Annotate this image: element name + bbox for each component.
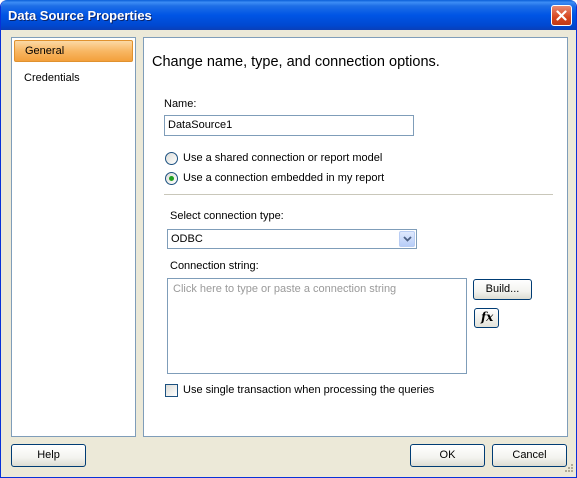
build-button[interactable]: Build... xyxy=(473,279,532,300)
shared-connection-label[interactable]: Use a shared connection or report model xyxy=(183,152,382,164)
radio-selected-dot xyxy=(169,176,174,181)
ok-button[interactable]: OK xyxy=(410,444,485,467)
title-bar[interactable]: Data Source Properties xyxy=(1,0,576,30)
shared-connection-radio[interactable] xyxy=(165,152,178,165)
nav-item-general[interactable]: General xyxy=(14,40,133,62)
connection-type-select[interactable]: ODBC xyxy=(167,229,417,249)
dialog-window: Data Source Properties General Credentia… xyxy=(0,0,577,478)
fx-icon: fx xyxy=(481,310,494,324)
help-button-label: Help xyxy=(37,449,60,461)
nav-item-credentials[interactable]: Credentials xyxy=(14,67,133,89)
page-heading: Change name, type, and connection option… xyxy=(152,54,440,70)
connection-type-label: Select connection type: xyxy=(170,210,284,222)
page-list: General Credentials xyxy=(11,37,136,437)
connection-type-value: ODBC xyxy=(171,233,203,245)
resize-grip-icon[interactable] xyxy=(562,463,574,475)
single-transaction-label[interactable]: Use single transaction when processing t… xyxy=(183,384,434,396)
ok-button-label: OK xyxy=(439,449,456,461)
help-button[interactable]: Help xyxy=(11,444,86,467)
dropdown-button[interactable] xyxy=(399,231,415,247)
general-page: Change name, type, and connection option… xyxy=(143,37,568,437)
chevron-down-icon xyxy=(403,236,412,242)
embedded-connection-radio[interactable] xyxy=(165,172,178,185)
name-label: Name: xyxy=(164,98,197,110)
name-input[interactable]: DataSource1 xyxy=(164,115,414,136)
single-transaction-checkbox[interactable] xyxy=(165,384,178,397)
embedded-connection-label[interactable]: Use a connection embedded in my report xyxy=(183,172,384,184)
divider xyxy=(164,194,553,195)
build-button-label: Build... xyxy=(485,283,520,295)
connection-string-input[interactable]: Click here to type or paste a connection… xyxy=(167,278,467,374)
window-title: Data Source Properties xyxy=(8,8,152,23)
close-button[interactable] xyxy=(551,5,572,26)
cancel-button[interactable]: Cancel xyxy=(492,444,567,467)
expression-button[interactable]: fx xyxy=(474,308,499,328)
cancel-button-label: Cancel xyxy=(512,449,547,461)
close-icon xyxy=(556,10,567,21)
connection-string-label: Connection string: xyxy=(170,260,259,272)
